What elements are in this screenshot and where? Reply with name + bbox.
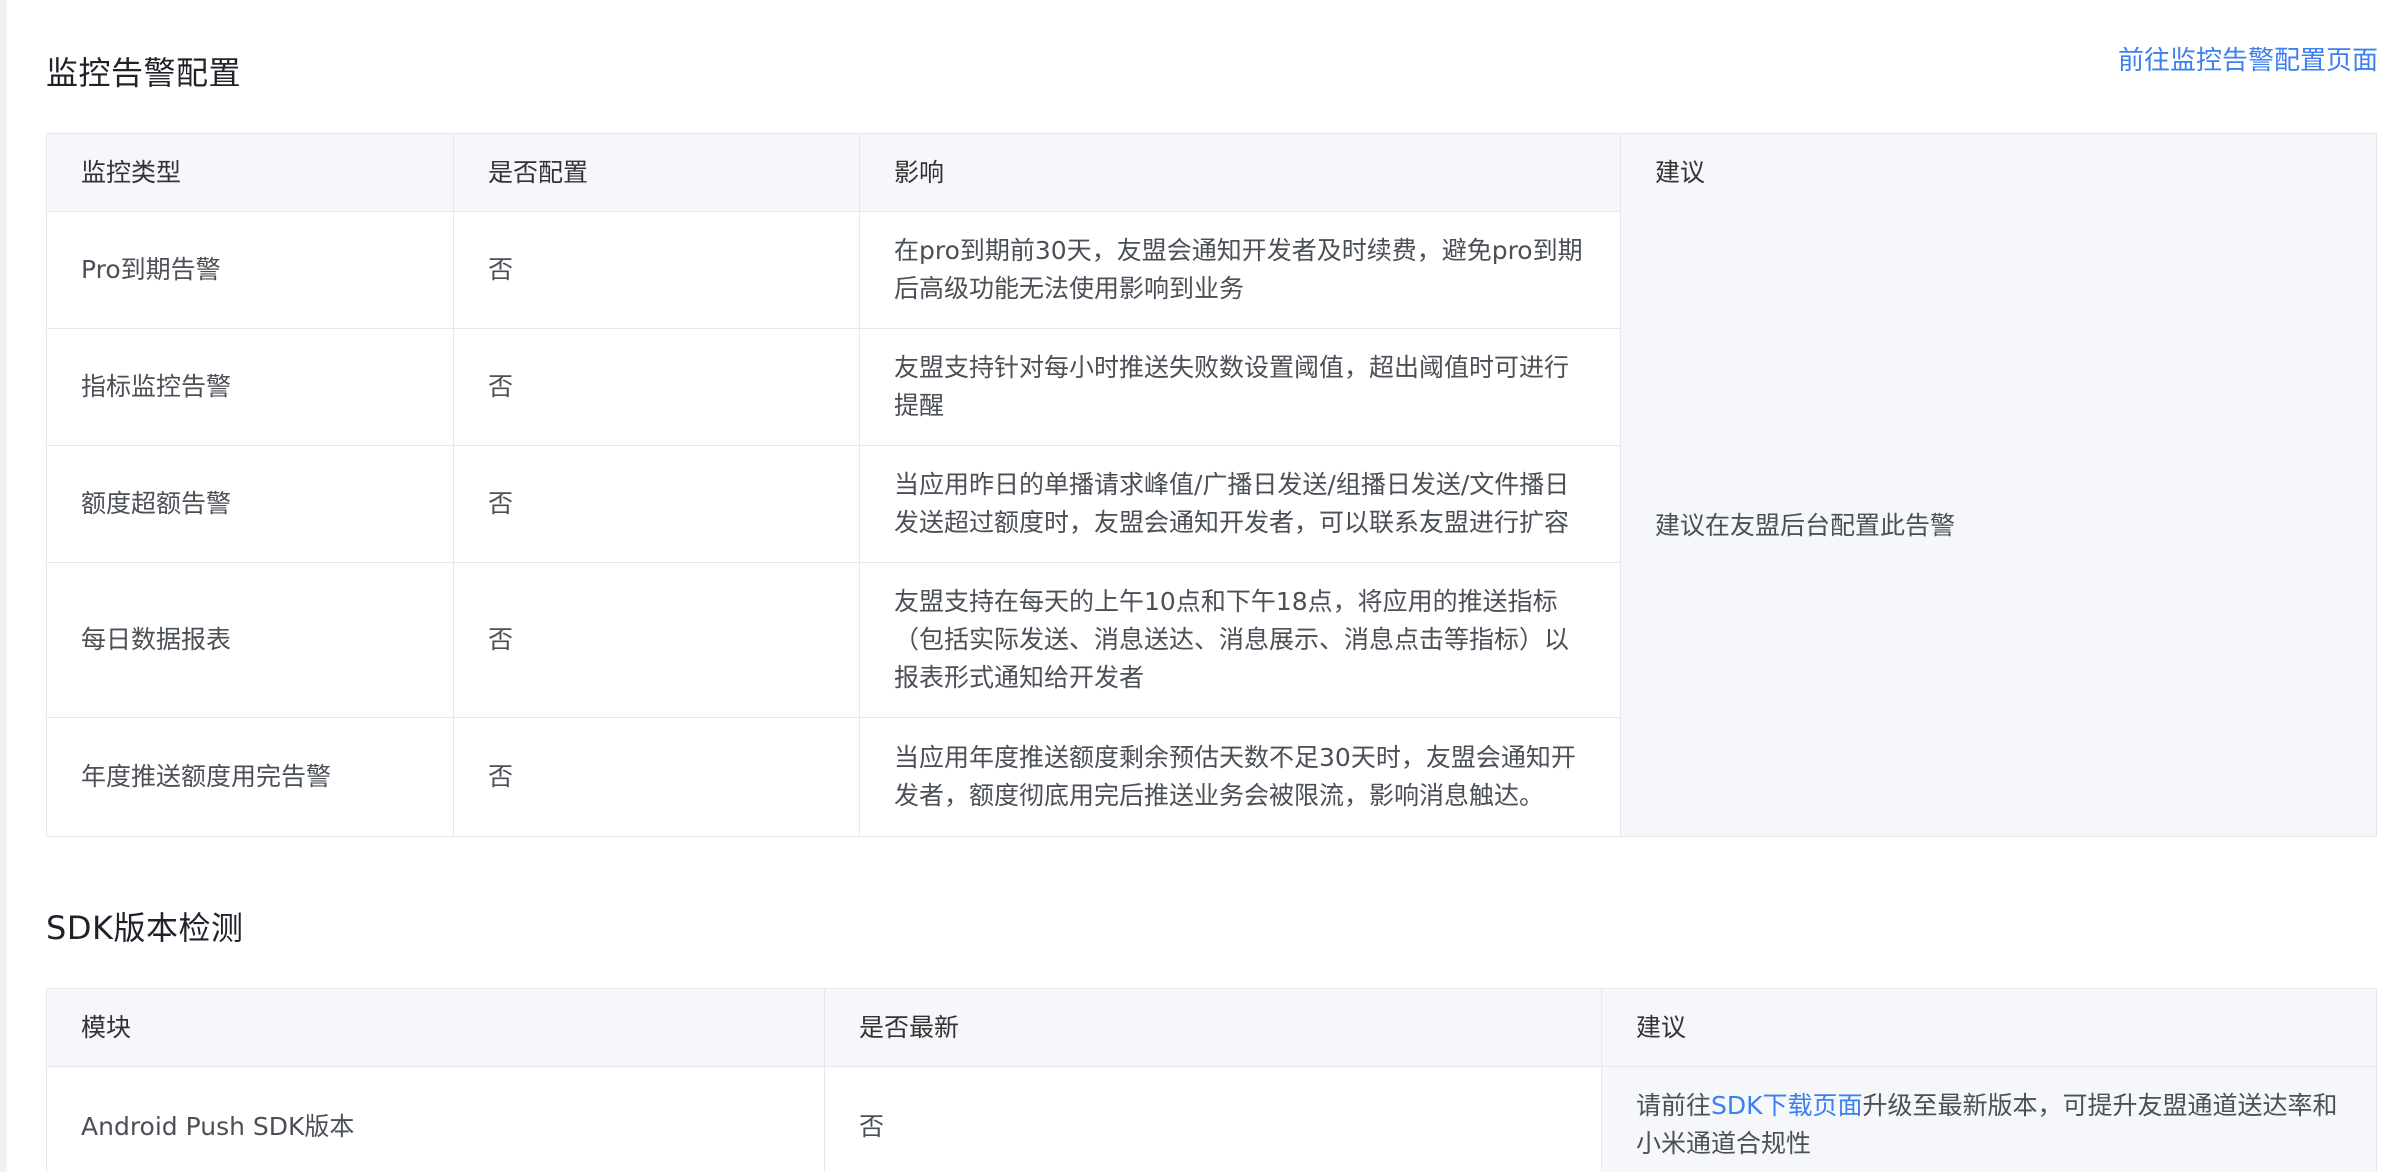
monitor-type-cell: 每日数据报表: [81, 625, 232, 654]
configured-cell: 否: [453, 446, 859, 562]
impact-cell: 当应用昨日的单播请求峰值/广播日发送/组播日发送/文件播日发送超过额度时，友盟会…: [859, 446, 1620, 562]
monitor-type-cell: 年度推送额度用完告警: [81, 762, 332, 791]
suggestion-merged-cell: 建议在友盟后台配置此告警: [1620, 211, 2376, 836]
sdk-suggestion-cell: 请前往SDK下载页面升级至最新版本，可提升友盟通道送达率和小米通道合规性: [1601, 1067, 2376, 1172]
impact-cell: 在pro到期前30天，友盟会通知开发者及时续费，避免pro到期后高级功能无法使用…: [859, 212, 1620, 328]
impact-cell: 友盟支持在每天的上午10点和下午18点，将应用的推送指标（包括实际发送、消息送达…: [859, 563, 1620, 717]
configured-cell: 否: [453, 212, 859, 328]
configured-cell: 否: [453, 718, 859, 836]
suggestion-prefix: 请前往: [1636, 1091, 1712, 1120]
monitor-table: 监控类型 是否配置 影响 建议 Pro到期告警 否 在pro到期前30天，友盟会…: [46, 133, 2377, 837]
configured-cell: 否: [453, 563, 859, 717]
table-row: Android Push SDK版本 否 请前往SDK下载页面升级至最新版本，可…: [47, 1066, 2376, 1172]
impact-cell: 当应用年度推送额度剩余预估天数不足30天时，友盟会通知开发者，额度彻底用完后推送…: [859, 718, 1620, 836]
header-latest: 是否最新: [824, 989, 1601, 1066]
latest-cell: 否: [824, 1067, 1601, 1172]
impact-cell: 友盟支持针对每小时推送失败数设置阈值，超出阈值时可进行提醒: [859, 329, 1620, 445]
table-header-row: 模块 是否最新 建议: [47, 989, 2376, 1066]
module-cell: Android Push SDK版本: [81, 1111, 355, 1141]
sdk-download-link[interactable]: SDK下载页面: [1711, 1091, 1863, 1120]
sdk-table: 模块 是否最新 建议 Android Push SDK版本 否 请前往SDK下载…: [46, 988, 2377, 1172]
goto-monitor-config-link[interactable]: 前往监控告警配置页面: [2118, 40, 2378, 77]
header-impact: 影响: [859, 134, 1620, 211]
content-panel: 监控告警配置 前往监控告警配置页面 监控类型 是否配置 影响 建议 Pro到期告…: [7, 0, 2396, 1172]
header-module: 模块: [81, 1012, 132, 1042]
header-configured: 是否配置: [453, 134, 859, 211]
monitor-type-cell: 指标监控告警: [81, 372, 232, 401]
monitor-section-title: 监控告警配置: [46, 54, 242, 92]
header-monitor-type: 监控类型: [81, 157, 182, 187]
table-header-row: 监控类型 是否配置 影响 建议: [47, 134, 2376, 211]
header-suggestion: 建议: [1620, 134, 2376, 211]
sdk-section-title: SDK版本检测: [46, 909, 244, 947]
configured-cell: 否: [453, 329, 859, 445]
header-sdk-suggestion: 建议: [1601, 989, 2376, 1066]
monitor-type-cell: 额度超额告警: [81, 489, 232, 518]
monitor-type-cell: Pro到期告警: [81, 255, 221, 284]
